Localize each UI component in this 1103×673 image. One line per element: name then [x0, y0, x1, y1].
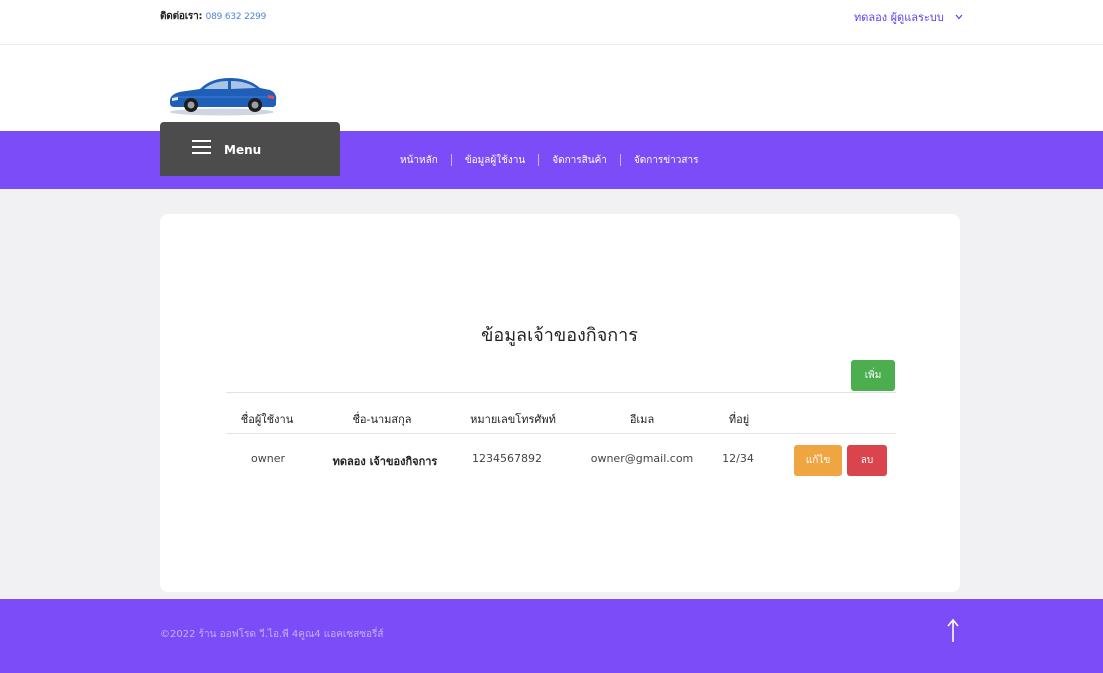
header-phone: หมายเลขโทรศัพท์ [470, 413, 556, 426]
edit-button[interactable]: แก้ไข [794, 445, 842, 476]
table-header-rule [226, 433, 896, 434]
nav-divider [450, 154, 452, 166]
nav-link-home[interactable]: หน้าหลัก [400, 153, 438, 168]
header-email: อีเมล [629, 413, 655, 426]
cell-address: 12/34 [722, 452, 754, 465]
nav-divider [619, 154, 621, 166]
table-top-rule [226, 392, 896, 393]
header-fullname: ชื่อ-นามสกุล [352, 413, 412, 426]
nav-link-news[interactable]: จัดการข่าวสาร [634, 153, 699, 168]
contact-phone[interactable]: 089 632 2299 [206, 12, 267, 22]
cell-phone: 1234567892 [472, 452, 542, 465]
contact-info: ติดต่อเรา: 089 632 2299 [160, 9, 266, 24]
header-address: ที่อยู่ [728, 413, 750, 426]
hamburger-icon [192, 140, 211, 154]
add-button[interactable]: เพิ่ม [851, 360, 895, 391]
nav-divider [538, 154, 540, 166]
nav-link-products[interactable]: จัดการสินค้า [552, 153, 607, 168]
nav-links: หน้าหลัก ข้อมูลผู้ใช้งาน จัดการสินค้า จั… [400, 153, 698, 167]
page: ติดต่อเรา: 089 632 2299 ทดลอง ผู้ดูแลระบ… [0, 0, 1103, 673]
menu-toggle-button[interactable]: Menu [160, 122, 340, 176]
menu-label: Menu [224, 143, 262, 157]
delete-button[interactable]: ลบ [847, 445, 887, 476]
nav-link-users[interactable]: ข้อมูลผู้ใช้งาน [465, 153, 525, 168]
page-title: ข้อมูลเจ้าของกิจการ [481, 325, 638, 346]
logo-band [0, 45, 1103, 131]
contact-label: ติดต่อเรา: [160, 11, 203, 22]
user-menu[interactable]: ทดลอง ผู้ดูแลระบบ [854, 8, 963, 26]
cell-username: owner [251, 452, 285, 465]
arrow-up-icon[interactable] [945, 618, 961, 644]
content-card [160, 214, 960, 592]
cell-email: owner@gmail.com [590, 452, 694, 465]
cell-fullname: ทดลอง เจ้าของกิจการ [332, 455, 438, 468]
copyright-text: ©2022 ร้าน ออฟโรด วี.ไอ.พี 4คูณ4 แอคเซสซ… [160, 629, 384, 640]
header-username: ชื่อผู้ใช้งาน [240, 413, 294, 426]
user-menu-label: ทดลอง ผู้ดูแลระบบ [854, 11, 944, 24]
chevron-down-icon [955, 10, 963, 23]
footer: ©2022 ร้าน ออฟโรด วี.ไอ.พี 4คูณ4 แอคเซสซ… [0, 599, 1103, 673]
top-bar: ติดต่อเรา: 089 632 2299 ทดลอง ผู้ดูแลระบ… [0, 0, 1103, 45]
car-logo-icon[interactable] [164, 71, 280, 117]
